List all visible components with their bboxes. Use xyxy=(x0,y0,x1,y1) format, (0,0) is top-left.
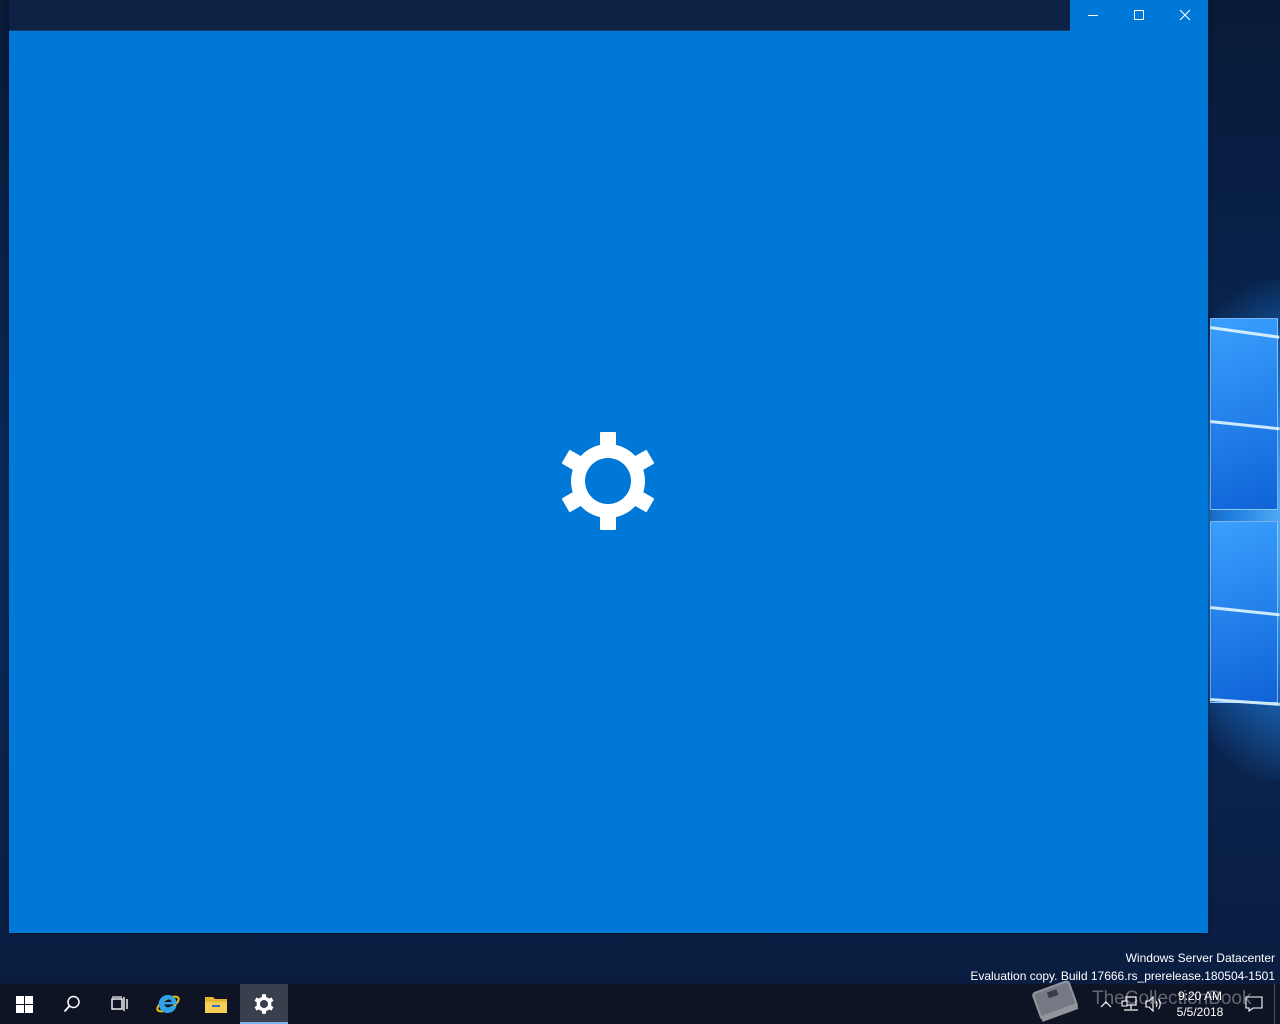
windows-logo-icon xyxy=(15,995,33,1013)
gear-icon xyxy=(558,431,658,531)
search-icon xyxy=(63,995,80,1013)
minimize-icon xyxy=(1088,15,1098,16)
task-view-button[interactable] xyxy=(96,984,144,1024)
settings-window xyxy=(9,0,1208,933)
minimize-button[interactable] xyxy=(1070,0,1116,30)
book-logo-icon xyxy=(1028,976,1084,1024)
internet-explorer-icon xyxy=(156,994,180,1013)
gear-icon xyxy=(254,994,274,1014)
task-view-icon xyxy=(111,996,128,1011)
window-titlebar[interactable] xyxy=(9,0,1208,31)
titlebar-drag-area[interactable] xyxy=(9,0,1070,31)
show-desktop-button[interactable] xyxy=(1274,984,1280,1024)
start-button[interactable] xyxy=(0,984,48,1024)
taskbar: 9:20 AM 5/5/2018 xyxy=(0,984,1280,1024)
maximize-icon xyxy=(1134,10,1144,20)
close-button[interactable] xyxy=(1162,0,1208,30)
wallpaper-pane-upper xyxy=(1210,318,1278,510)
window-controls xyxy=(1070,0,1208,31)
search-button[interactable] xyxy=(48,984,96,1024)
folder-icon xyxy=(205,997,227,1013)
os-watermark: Windows Server Datacenter Evaluation cop… xyxy=(970,949,1275,985)
internet-explorer-button[interactable] xyxy=(144,984,192,1024)
maximize-button[interactable] xyxy=(1116,0,1162,30)
file-explorer-button[interactable] xyxy=(192,984,240,1024)
settings-taskbar-button[interactable] xyxy=(240,984,288,1024)
watermark-edition: Windows Server Datacenter xyxy=(1125,951,1275,965)
overlay-watermark-text: TheCollectionBook xyxy=(1092,988,1252,1009)
watermark-build: Evaluation copy. Build 17666.rs_prerelea… xyxy=(970,969,1275,983)
close-icon xyxy=(1179,9,1191,21)
